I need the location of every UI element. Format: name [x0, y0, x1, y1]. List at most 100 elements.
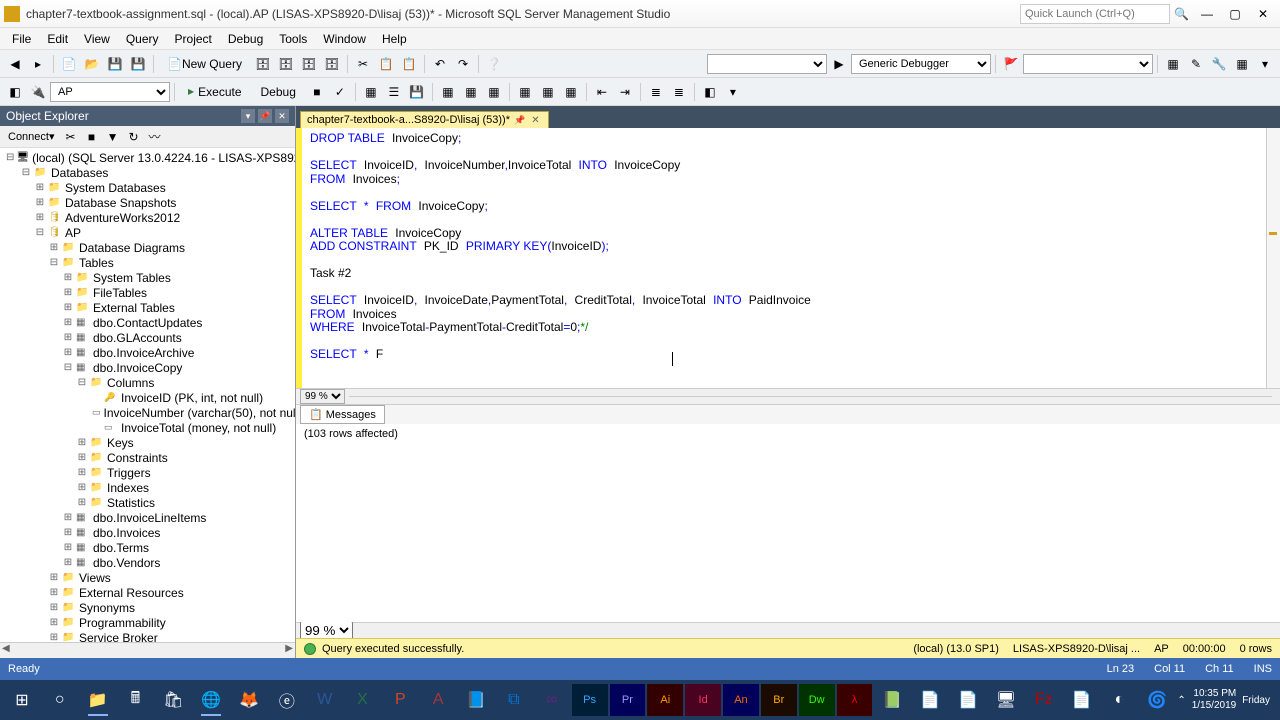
back-button[interactable]: ◀: [4, 53, 26, 75]
code-editor[interactable]: DROP TABLE InvoiceCopy;SELECT InvoiceID,…: [296, 128, 1280, 388]
menu-edit[interactable]: Edit: [39, 30, 76, 48]
expand-icon[interactable]: ⊞: [76, 452, 88, 464]
close-tab-icon[interactable]: ✕: [529, 115, 541, 126]
debug-start-icon[interactable]: ▶: [828, 53, 850, 75]
tree-node[interactable]: ⊞Triggers: [2, 465, 293, 480]
app-icon[interactable]: 📄: [1064, 684, 1100, 716]
results-grid-icon[interactable]: ▦: [360, 81, 382, 103]
db-query-icon-4[interactable]: 🗄: [321, 53, 343, 75]
new-file-icon[interactable]: 📄: [58, 53, 80, 75]
expand-icon[interactable]: ⊞: [48, 602, 60, 614]
word-icon[interactable]: W: [307, 684, 343, 716]
expand-icon[interactable]: ⊞: [76, 467, 88, 479]
vscode-icon[interactable]: ⧉: [496, 684, 532, 716]
tree-node[interactable]: ⊞Synonyms: [2, 600, 293, 615]
tool-icon[interactable]: ✎: [1185, 53, 1207, 75]
powerpoint-icon[interactable]: P: [382, 684, 418, 716]
uncomment-icon[interactable]: ≣: [668, 81, 690, 103]
save-icon[interactable]: 💾: [104, 53, 126, 75]
pulse-icon[interactable]: 〰: [146, 128, 164, 146]
scroll-minimap[interactable]: [1266, 128, 1280, 388]
extra-dropdown[interactable]: [1023, 54, 1153, 74]
indesign-icon[interactable]: Id: [685, 684, 721, 716]
expand-icon[interactable]: ⊞: [48, 632, 60, 643]
expand-icon[interactable]: ⊞: [62, 332, 74, 344]
tree-node[interactable]: ⊞Keys: [2, 435, 293, 450]
tree-node[interactable]: ⊞AdventureWorks2012: [2, 210, 293, 225]
cut-icon[interactable]: ✂: [352, 53, 374, 75]
menu-project[interactable]: Project: [167, 30, 220, 48]
uncomment-icon[interactable]: ▦: [460, 81, 482, 103]
tree-node[interactable]: ⊞System Databases: [2, 180, 293, 195]
clock[interactable]: 10:35 PM 1/15/2019: [1192, 688, 1237, 712]
change-conn-icon[interactable]: 🔌: [27, 81, 49, 103]
dropdown-icon[interactable]: ▾: [241, 109, 255, 123]
undo-icon[interactable]: ↶: [429, 53, 451, 75]
expand-icon[interactable]: ⊞: [62, 272, 74, 284]
tree-node[interactable]: ⊞dbo.GLAccounts: [2, 330, 293, 345]
collapse-icon[interactable]: ⊟: [34, 227, 46, 239]
client-stats-icon[interactable]: ▦: [560, 81, 582, 103]
app-icon[interactable]: ◐: [1101, 684, 1137, 716]
expand-icon[interactable]: ⊞: [62, 557, 74, 569]
tree-node[interactable]: ⊞Database Snapshots: [2, 195, 293, 210]
db-query-icon-3[interactable]: 🗄: [298, 53, 320, 75]
menu-help[interactable]: Help: [374, 30, 415, 48]
execute-button[interactable]: ▶Execute: [179, 81, 251, 103]
vs-icon[interactable]: ∞: [534, 684, 570, 716]
expand-icon[interactable]: ⊞: [76, 437, 88, 449]
tree-node[interactable]: ⊞Indexes: [2, 480, 293, 495]
tree-node[interactable]: ⊞dbo.Invoices: [2, 525, 293, 540]
group-icon[interactable]: ◧: [4, 81, 26, 103]
menu-tools[interactable]: Tools: [271, 30, 315, 48]
redo-icon[interactable]: ↷: [452, 53, 474, 75]
expand-icon[interactable]: ⊞: [62, 512, 74, 524]
comment-icon[interactable]: ▦: [437, 81, 459, 103]
close-panel-icon[interactable]: ✕: [275, 109, 289, 123]
zoom-dropdown[interactable]: 99 %: [300, 389, 345, 404]
app-icon[interactable]: 📄: [912, 684, 948, 716]
database-dropdown[interactable]: AP: [50, 82, 170, 102]
expand-icon[interactable]: ⊞: [62, 542, 74, 554]
expand-icon[interactable]: ⊞: [62, 317, 74, 329]
quick-launch-input[interactable]: [1020, 4, 1170, 24]
tree-node[interactable]: ⊟Tables: [2, 255, 293, 270]
forward-button[interactable]: ▸: [27, 53, 49, 75]
collapse-icon[interactable]: ⊟: [62, 362, 74, 374]
tree-node[interactable]: ⊟Columns: [2, 375, 293, 390]
debugger-dropdown[interactable]: Generic Debugger: [851, 54, 991, 74]
messages-tab[interactable]: 📋 Messages: [300, 405, 385, 424]
premiere-icon[interactable]: Pr: [610, 684, 646, 716]
animate-icon[interactable]: An: [723, 684, 759, 716]
cortana-icon[interactable]: ○: [42, 684, 78, 716]
minimize-button[interactable]: —: [1194, 4, 1220, 24]
filter-icon[interactable]: ▼: [104, 128, 122, 146]
illustrator-icon[interactable]: Ai: [647, 684, 683, 716]
stop-icon[interactable]: ■: [306, 81, 328, 103]
open-icon[interactable]: 📂: [81, 53, 103, 75]
tree-node[interactable]: ⊞Programmability: [2, 615, 293, 630]
results-file-icon[interactable]: 💾: [406, 81, 428, 103]
tree-node[interactable]: ⊞Database Diagrams: [2, 240, 293, 255]
parse-icon[interactable]: ✓: [329, 81, 351, 103]
tree-node[interactable]: ⊞Service Broker: [2, 630, 293, 642]
app-icon[interactable]: 📘: [458, 684, 494, 716]
comment-icon[interactable]: ≣: [645, 81, 667, 103]
firefox-icon[interactable]: 🦊: [231, 684, 267, 716]
help-icon[interactable]: ❔: [483, 53, 505, 75]
expand-icon[interactable]: ⊞: [76, 482, 88, 494]
more-icon[interactable]: ▾: [722, 81, 744, 103]
disconnect-icon[interactable]: ✂: [62, 128, 80, 146]
expand-icon[interactable]: ⊞: [62, 347, 74, 359]
expand-icon[interactable]: ⊞: [34, 197, 46, 209]
maximize-button[interactable]: ▢: [1222, 4, 1248, 24]
tree-node[interactable]: ⊟dbo.InvoiceCopy: [2, 360, 293, 375]
expand-icon[interactable]: ⊞: [48, 242, 60, 254]
flag-icon[interactable]: 🚩: [1000, 53, 1022, 75]
search-icon[interactable]: 🔍: [1174, 7, 1188, 21]
db-query-icon[interactable]: 🗄: [252, 53, 274, 75]
indent-less-icon[interactable]: ⇤: [591, 81, 613, 103]
collapse-icon[interactable]: ⊟: [76, 377, 88, 389]
tool-icon[interactable]: ▦: [1162, 53, 1184, 75]
acrobat-icon[interactable]: λ: [837, 684, 873, 716]
